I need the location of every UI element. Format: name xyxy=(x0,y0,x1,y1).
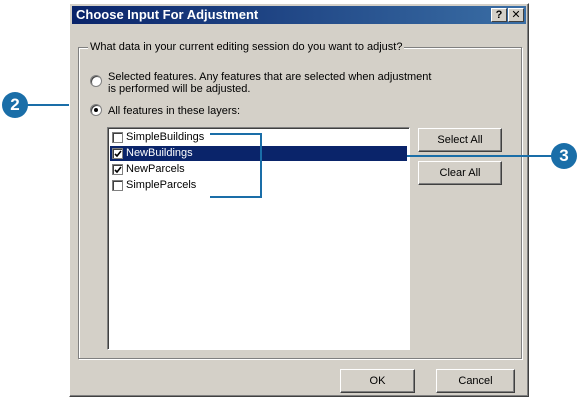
layer-checkbox-newbuildings[interactable] xyxy=(112,148,123,159)
radio-selected-features-line1: Selected features. Any features that are… xyxy=(108,71,432,83)
title-bar: Choose Input For Adjustment ? ✕ xyxy=(72,6,526,24)
ok-button[interactable]: OK xyxy=(340,369,415,393)
radio-selected-features[interactable]: Selected features. Any features that are… xyxy=(90,71,490,97)
callout-3-bracket-side xyxy=(260,133,262,198)
dialog-window: Choose Input For Adjustment ? ✕ What dat… xyxy=(69,3,529,397)
radio-all-features-label: All features in these layers: xyxy=(108,105,241,117)
clear-all-button[interactable]: Clear All xyxy=(418,161,502,185)
cancel-button[interactable]: Cancel xyxy=(436,369,515,393)
layer-item-newparcels[interactable]: NewParcels xyxy=(110,162,407,177)
help-button[interactable]: ? xyxy=(491,8,507,22)
ok-label: OK xyxy=(369,375,386,387)
layer-checkbox-simplebuildings[interactable] xyxy=(112,132,123,143)
layer-label: NewParcels xyxy=(126,163,185,175)
layer-label: SimpleBuildings xyxy=(126,131,205,143)
callout-2-badge: 2 xyxy=(2,92,28,118)
layer-label: SimpleParcels xyxy=(126,179,197,191)
layer-listbox[interactable]: SimpleBuildings NewBuildings NewParcels xyxy=(107,127,410,350)
radio-all-features-circle[interactable] xyxy=(90,104,102,116)
radio-all-features-dot xyxy=(94,108,98,112)
dialog-title: Choose Input For Adjustment xyxy=(76,7,259,22)
callout-3-bracket-bottom xyxy=(210,196,262,198)
callout-3-line xyxy=(407,155,552,157)
callout-3-bracket-top xyxy=(210,133,262,135)
callout-3-number: 3 xyxy=(559,146,569,165)
clear-all-label: Clear All xyxy=(439,167,481,179)
checkmark-icon xyxy=(114,166,122,174)
radio-all-features[interactable]: All features in these layers: xyxy=(90,104,390,118)
checkmark-icon xyxy=(114,150,122,158)
layer-checkbox-simpleparcels[interactable] xyxy=(112,180,123,191)
radio-selected-features-circle[interactable] xyxy=(90,75,102,87)
close-icon: ✕ xyxy=(511,9,521,21)
group-legend: What data in your current editing sessio… xyxy=(88,40,405,54)
stage: 2 3 Choose Input For Adjustment ? ✕ What… xyxy=(0,0,579,402)
layer-checkbox-newparcels[interactable] xyxy=(112,164,123,175)
select-all-button[interactable]: Select All xyxy=(418,128,502,152)
close-button[interactable]: ✕ xyxy=(508,8,524,22)
cancel-label: Cancel xyxy=(458,375,493,387)
help-icon: ? xyxy=(495,9,503,21)
layer-label: NewBuildings xyxy=(126,147,193,159)
callout-2-number: 2 xyxy=(10,95,20,114)
layer-item-newbuildings[interactable]: NewBuildings xyxy=(110,146,407,161)
radio-selected-features-line2: is performed will be adjusted. xyxy=(108,83,251,95)
select-all-label: Select All xyxy=(437,134,483,146)
callout-3-badge: 3 xyxy=(551,143,577,169)
layer-item-simpleparcels[interactable]: SimpleParcels xyxy=(110,178,407,193)
